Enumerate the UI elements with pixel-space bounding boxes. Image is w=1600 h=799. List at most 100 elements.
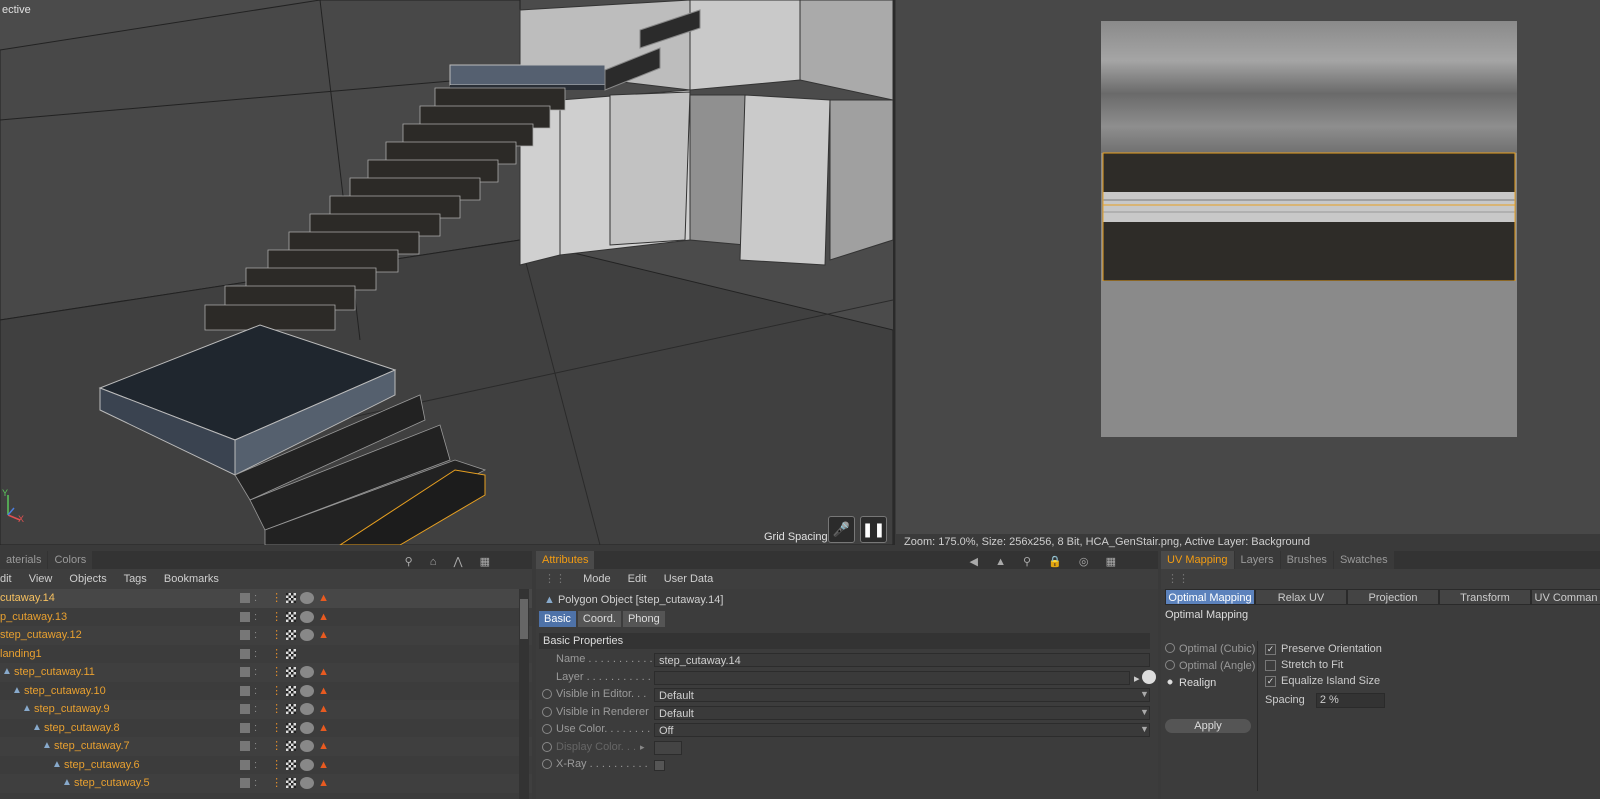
layer-icon[interactable] [240,704,250,715]
x-ray-checkbox[interactable] [654,760,665,771]
phong-tag-icon[interactable]: ⋮ [271,777,282,789]
phong-tag-icon[interactable]: ⋮ [271,740,282,752]
checker-tag-icon[interactable] [286,722,297,733]
phong-tag-icon[interactable]: ⋮ [271,685,282,697]
tab-materials[interactable]: aterials [0,551,48,569]
target-icon[interactable]: ◎ [1079,556,1089,568]
warning-tag-icon[interactable]: ▲ [318,611,329,623]
up-arrow-icon[interactable]: ▲ [995,556,1006,568]
layer-icon[interactable] [240,759,250,770]
animate-radio[interactable] [542,689,552,699]
tab-uv-mapping[interactable]: UV Mapping [1161,551,1234,569]
display-color-swatch[interactable] [654,740,682,755]
prop-value-use-color[interactable]: Off [654,723,1150,737]
menu-user-data[interactable]: User Data [664,573,714,585]
animate-radio[interactable] [542,706,552,717]
tab-projection[interactable]: Projection [1347,589,1439,605]
tab-relax-uv[interactable]: Relax UV [1255,589,1347,605]
warning-tag-icon[interactable]: ▲ [318,629,329,641]
pause-button[interactable]: ❚❚ [860,516,887,543]
checker-tag-icon[interactable] [286,593,297,604]
tab-uv-commands[interactable]: UV Comman [1531,589,1600,605]
object-row[interactable]: step_cutaway.10 ▲: ⋮ ▲ [0,681,532,700]
texture-tag-icon[interactable] [300,740,315,753]
new-window-icon[interactable]: ▦ [1106,556,1116,568]
phong-tag-icon[interactable]: ⋮ [271,722,282,734]
warning-tag-icon[interactable]: ▲ [318,722,329,734]
phong-tag-icon[interactable]: ⋮ [271,759,282,771]
texture-tag-icon[interactable] [300,721,315,734]
warning-tag-icon[interactable]: ▲ [318,592,329,604]
layer-icon[interactable] [240,593,250,604]
texture-tag-icon[interactable] [300,777,315,790]
warning-tag-icon[interactable]: ▲ [318,703,329,715]
menu-edit[interactable]: dit [0,573,12,585]
check-preserve-orientation[interactable]: ✓ Preserve Orientation [1265,641,1465,657]
warning-tag-icon[interactable]: ▲ [318,777,329,789]
layer-icon[interactable] [240,648,250,659]
menu-objects[interactable]: Objects [69,573,106,585]
visibility-dots-icon[interactable]: : [254,685,257,697]
visibility-dots-icon[interactable]: : [254,777,257,789]
visibility-dots-icon[interactable]: : [254,629,257,641]
checker-tag-icon[interactable] [286,685,297,696]
new-window-icon[interactable]: ▦ [480,556,490,568]
visibility-dots-icon[interactable]: : [254,611,257,623]
object-row[interactable]: step_cutaway.8 ▲: ⋮ ▲ [0,718,532,737]
visibility-dots-icon[interactable]: : [254,648,257,660]
picker-icon[interactable] [1142,669,1156,684]
warning-tag-icon[interactable]: ▲ [318,685,329,697]
layer-icon[interactable] [240,667,250,678]
phong-tag-icon[interactable]: ⋮ [271,666,282,678]
animate-radio[interactable] [542,741,552,752]
tab-attributes[interactable]: Attributes [536,551,595,569]
object-row[interactable]: step_cutaway.7 ▲: ⋮ ▲ [0,737,532,756]
tab-optimal-mapping[interactable]: Optimal Mapping [1165,589,1255,605]
visibility-dots-icon[interactable]: : [254,703,257,715]
uv-editor-canvas[interactable] [896,0,1600,534]
object-row[interactable]: landing1: ⋮ [0,644,532,663]
phong-tag-icon[interactable]: ⋮ [271,592,282,604]
3d-viewport[interactable]: ective Y X Grid Spacing : 🎤 ❚❚ [0,0,895,545]
search-icon[interactable]: ⚲ [405,556,413,568]
tab-phong[interactable]: Phong [622,611,665,627]
visibility-dots-icon[interactable]: : [254,592,257,604]
tab-layers[interactable]: Layers [1234,551,1280,569]
menu-tags[interactable]: Tags [124,573,147,585]
prop-value-name[interactable]: step_cutaway.14 [654,653,1150,667]
warning-tag-icon[interactable]: ▲ [318,759,329,771]
checker-tag-icon[interactable] [286,648,297,659]
layer-icon[interactable] [240,630,250,641]
menu-mode[interactable]: Mode [583,573,611,585]
tab-transform[interactable]: Transform [1439,589,1531,605]
layer-icon[interactable] [240,722,250,733]
phong-tag-icon[interactable]: ⋮ [271,703,282,715]
object-row[interactable]: step_cutaway.12: ⋮ ▲ [0,626,532,645]
checker-tag-icon[interactable] [286,667,297,678]
object-list-scrollbar[interactable] [519,589,529,799]
tab-coord[interactable]: Coord. [577,611,621,627]
warning-tag-icon[interactable]: ▲ [318,666,329,678]
layer-icon[interactable] [240,611,250,622]
check-stretch-to-fit[interactable]: Stretch to Fit [1265,657,1465,673]
checker-tag-icon[interactable] [286,741,297,752]
back-arrow-icon[interactable]: ◀ [970,556,978,568]
prop-value-layer[interactable] [654,670,1130,685]
texture-tag-icon[interactable] [300,703,315,716]
filter-icon[interactable]: ⋀ [454,556,463,568]
checker-tag-icon[interactable] [286,630,297,641]
texture-tag-icon[interactable] [300,592,315,605]
option-optimal-cubic[interactable]: Optimal (Cubic) [1165,641,1259,658]
texture-tag-icon[interactable] [300,758,315,771]
object-row[interactable]: step_cutaway.6 ▲: ⋮ ▲ [0,755,532,774]
checker-tag-icon[interactable] [286,759,297,770]
object-row[interactable]: cutaway.14: ⋮ ▲ [0,589,532,608]
lock-icon[interactable]: 🔒 [1048,556,1062,568]
texture-tag-icon[interactable] [300,629,315,642]
checker-tag-icon[interactable] [286,611,297,622]
visibility-dots-icon[interactable]: : [254,722,257,734]
checker-tag-icon[interactable] [286,778,297,789]
apply-button[interactable]: Apply [1165,719,1251,733]
texture-tag-icon[interactable] [300,610,315,623]
microphone-button[interactable]: 🎤 [828,516,855,543]
